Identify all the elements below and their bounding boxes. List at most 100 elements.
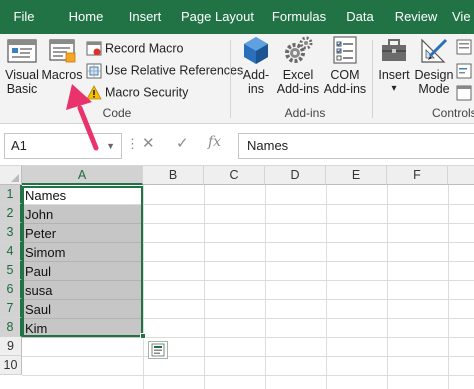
insert-dropdown-chevron-icon: ▾ (391, 83, 397, 94)
cell-a7[interactable]: Saul (22, 300, 143, 319)
tab-view[interactable]: Vie (452, 0, 474, 34)
formula-bar: A1 ▼ ⋮ ✕ ✓ fx Names (0, 124, 474, 166)
gridline (143, 185, 144, 389)
excel-addins-gear-icon (285, 36, 313, 63)
macro-security-button[interactable]: Macro Security (86, 82, 188, 102)
cell-a8[interactable]: Kim (22, 319, 143, 338)
gridline (22, 375, 474, 376)
record-macro-label: Record Macro (105, 41, 184, 56)
tab-page-layout[interactable]: Page Layout (181, 0, 254, 34)
row-header-8[interactable]: 8 (0, 318, 22, 337)
tab-home[interactable]: Home (64, 0, 108, 34)
enter-check-icon[interactable]: ✓ (176, 134, 189, 152)
excel-addins-label-line1: Excel (282, 68, 314, 82)
row-header-4[interactable]: 4 (0, 242, 22, 261)
addins-label-line1: Add- (242, 68, 270, 82)
column-header-d[interactable]: D (265, 166, 326, 185)
formula-input[interactable]: Names (238, 133, 474, 159)
cancel-icon[interactable]: ✕ (142, 134, 155, 152)
tab-file[interactable]: File (10, 0, 38, 34)
addins-group-label: Add-ins (284, 106, 326, 120)
macros-icon (49, 39, 76, 63)
cell-a5[interactable]: Paul (22, 262, 143, 281)
row-header-7[interactable]: 7 (0, 299, 22, 318)
ribbon-developer: Visual Basic Macros Record Macro Use Rel… (0, 34, 474, 124)
tab-insert[interactable]: Insert (125, 0, 165, 34)
quick-analysis-button[interactable] (148, 341, 168, 359)
row-header-1[interactable]: 1 (0, 185, 22, 204)
excel-addins-button[interactable]: Excel Add-ins (276, 34, 320, 96)
controls-group-label: Controls (432, 106, 474, 120)
relative-references-icon (86, 63, 102, 79)
gridline (204, 185, 205, 389)
insert-controls-button[interactable]: Insert ▾ (376, 34, 412, 96)
row-header-2[interactable]: 2 (0, 204, 22, 223)
column-header-c[interactable]: C (204, 166, 265, 185)
gridline (387, 185, 388, 389)
record-macro-button[interactable]: Record Macro (86, 38, 184, 58)
fill-handle[interactable] (140, 333, 146, 339)
column-header-a[interactable]: A (22, 166, 143, 185)
run-dialog-icon (456, 85, 472, 101)
addins-button[interactable]: Add- ins (238, 34, 274, 96)
com-addins-icon (333, 36, 357, 64)
visual-basic-label-line2: Basic (6, 82, 38, 96)
cell-a2[interactable]: John (22, 205, 143, 224)
design-mode-label-line1: Design (414, 68, 454, 82)
formula-bar-resize-grip-icon[interactable]: ⋮ (126, 136, 139, 152)
row-header-3[interactable]: 3 (0, 223, 22, 242)
cell-a3[interactable]: Peter (22, 224, 143, 243)
properties-button[interactable] (456, 36, 474, 56)
design-mode-label-line2: Mode (418, 82, 450, 96)
tab-data[interactable]: Data (344, 0, 376, 34)
record-macro-icon (86, 41, 102, 56)
ribbon-tab-bar: File Home Insert Page Layout Formulas Da… (0, 0, 474, 34)
macro-security-warning-icon (86, 84, 102, 100)
insert-controls-toolbox-icon (382, 39, 406, 61)
use-relative-references-button[interactable]: Use Relative References (86, 60, 243, 80)
design-mode-icon (421, 38, 448, 63)
row-header-6[interactable]: 6 (0, 280, 22, 299)
column-header-e[interactable]: E (326, 166, 387, 185)
view-code-icon (456, 63, 472, 79)
name-box-chevron-down-icon[interactable]: ▼ (106, 134, 115, 158)
column-header-b[interactable]: B (143, 166, 204, 185)
cell-a6[interactable]: susa (22, 281, 143, 300)
column-header-f[interactable]: F (387, 166, 448, 185)
gridline (326, 185, 327, 389)
cell-a1[interactable]: Names (22, 186, 143, 205)
addins-label-line2: ins (248, 82, 264, 96)
gridline (22, 356, 474, 357)
com-addins-label-line1: COM (330, 68, 360, 82)
view-code-button[interactable] (456, 60, 474, 80)
addins-icon (244, 37, 268, 64)
visual-basic-button[interactable]: Visual Basic (2, 34, 42, 96)
column-header-overflow[interactable] (448, 166, 474, 185)
tab-formulas[interactable]: Formulas (269, 0, 329, 34)
run-dialog-button[interactable] (456, 82, 474, 102)
visual-basic-icon (7, 39, 37, 63)
name-box[interactable]: A1 ▼ (4, 133, 122, 159)
name-box-value: A1 (11, 138, 27, 153)
com-addins-label-line2: Add-ins (323, 82, 367, 96)
design-mode-button[interactable]: Design Mode (414, 34, 454, 96)
row-header-9[interactable]: 9 (0, 337, 22, 356)
quick-analysis-icon (151, 343, 165, 357)
com-addins-button[interactable]: COM Add-ins (322, 34, 368, 96)
row-header-5[interactable]: 5 (0, 261, 22, 280)
cell-a4[interactable]: Simom (22, 243, 143, 262)
insert-controls-label: Insert (378, 68, 410, 82)
use-relative-references-label: Use Relative References (105, 63, 244, 78)
macro-security-label: Macro Security (105, 85, 189, 100)
gridline (448, 185, 449, 389)
tab-review[interactable]: Review (393, 0, 439, 34)
ribbon-group-divider (230, 40, 231, 118)
gridline (265, 185, 266, 389)
excel-addins-label-line2: Add-ins (276, 82, 320, 96)
insert-function-button[interactable]: fx (208, 134, 221, 150)
macros-button[interactable]: Macros (40, 34, 84, 82)
row-header-10[interactable]: 10 (0, 356, 22, 375)
select-all-button[interactable] (0, 166, 22, 185)
macros-label: Macros (41, 68, 83, 82)
visual-basic-label-line1: Visual (5, 68, 39, 82)
